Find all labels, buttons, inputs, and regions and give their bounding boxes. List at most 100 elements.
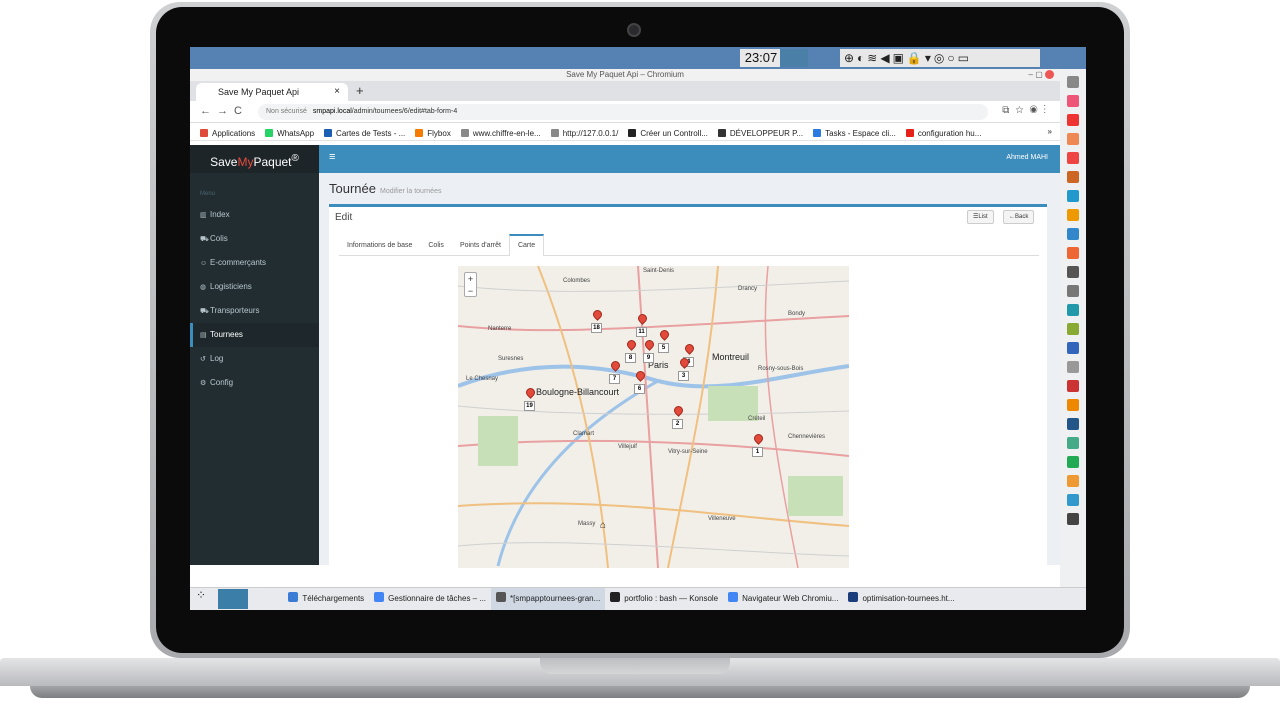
- dock-app-icon[interactable]: [1067, 494, 1079, 506]
- dock-app-icon[interactable]: [1067, 437, 1079, 449]
- browser-toolbar-icons[interactable]: ⧉☆◉⋮: [1002, 105, 1052, 116]
- sidebar-item-tournees[interactable]: ▤ Tournees: [190, 323, 319, 347]
- dock-app-icon[interactable]: [1067, 95, 1079, 107]
- security-indicator[interactable]: Non sécurisé: [266, 108, 307, 115]
- map-label-montreuil: Montreuil: [712, 352, 750, 362]
- dock-app-icon[interactable]: [1067, 114, 1079, 126]
- tab-1[interactable]: Colis: [420, 235, 452, 257]
- tab-2[interactable]: Points d'arrêt: [452, 235, 509, 257]
- dock-app-icon[interactable]: [1067, 361, 1079, 373]
- dock-app-icon[interactable]: [1067, 190, 1079, 202]
- tab-close-icon[interactable]: ×: [334, 83, 340, 101]
- dock-app-icon[interactable]: [1067, 247, 1079, 259]
- start-menu-icon[interactable]: ⁘: [190, 588, 212, 610]
- zoom-control[interactable]: + −: [464, 272, 477, 297]
- bookmark-item[interactable]: www.chiffre-en-le...: [460, 125, 541, 140]
- marker-label: 19: [524, 401, 535, 411]
- taskbar-app-icon: [374, 592, 385, 602]
- map-marker[interactable]: 9: [643, 338, 657, 368]
- taskbar-item[interactable]: portfolio : bash — Konsole: [605, 588, 723, 610]
- bookmarks-more-button[interactable]: »: [1048, 123, 1052, 140]
- sidebar-item-logisticiens[interactable]: ◍ Logisticiens: [190, 275, 319, 299]
- url-field[interactable]: Non sécurisé smpapi.local/admin/tournees/…: [258, 104, 988, 120]
- map-marker[interactable]: 8: [625, 338, 639, 368]
- sidebar-toggle-icon[interactable]: ≡: [329, 151, 335, 163]
- map-marker[interactable]: 2: [672, 404, 686, 434]
- dock-app-icon[interactable]: [1067, 76, 1079, 88]
- window-controls[interactable]: – ▢: [1029, 69, 1054, 81]
- nav-buttons[interactable]: ←→C: [200, 105, 248, 117]
- home-icon[interactable]: ⌂: [600, 520, 606, 531]
- dock-app-icon[interactable]: [1067, 323, 1079, 335]
- dock-app-icon[interactable]: [1067, 399, 1079, 411]
- bookmark-item[interactable]: configuration hu...: [905, 125, 981, 140]
- page-subtitle: Modifier la tournées: [379, 188, 442, 195]
- sidebar-item-e-commerçants[interactable]: ☺ E-commerçants: [190, 251, 319, 275]
- bookmark-item[interactable]: DÉVELOPPEUR P...: [717, 125, 803, 140]
- map-marker[interactable]: 18: [591, 308, 605, 338]
- map-label-villeneuve: Villeneuve: [708, 516, 736, 522]
- desktop-pager[interactable]: [256, 589, 277, 609]
- bookmark-item[interactable]: WhatsApp: [265, 125, 314, 140]
- right-dock: [1060, 69, 1086, 587]
- dock-app-icon[interactable]: [1067, 513, 1079, 525]
- sidebar-item-config[interactable]: ⚙ Config: [190, 371, 319, 395]
- dock-app-icon[interactable]: [1067, 418, 1079, 430]
- new-tab-button[interactable]: +: [356, 83, 364, 98]
- back-button[interactable]: ←Back: [1003, 210, 1035, 224]
- list-button[interactable]: ☰List: [967, 210, 994, 224]
- dock-app-icon[interactable]: [1067, 228, 1079, 240]
- taskbar-item[interactable]: Gestionnaire de tâches – ...: [369, 588, 491, 610]
- browser-tab[interactable]: Save My Paquet Api ×: [196, 83, 348, 101]
- map-marker[interactable]: 7: [609, 359, 623, 389]
- dock-app-icon[interactable]: [1067, 456, 1079, 468]
- bookmark-item[interactable]: Cartes de Tests - ...: [324, 125, 405, 140]
- bookmark-icon: [550, 129, 559, 137]
- bookmark-item[interactable]: http://127.0.0.1/: [550, 125, 618, 140]
- map-marker[interactable]: 19: [524, 386, 538, 416]
- bookmark-item[interactable]: Créer un Controll...: [628, 125, 708, 140]
- map-marker[interactable]: 11: [636, 312, 650, 342]
- sidebar-item-colis[interactable]: ⛟Colis: [190, 227, 319, 251]
- map-label-rosny: Rosny-sous-Bois: [758, 366, 804, 372]
- user-name[interactable]: Ahmed MAHI: [1006, 154, 1048, 161]
- dock-app-icon[interactable]: [1067, 133, 1079, 145]
- bookmark-item[interactable]: Flybox: [415, 125, 451, 140]
- dock-app-icon[interactable]: [1067, 209, 1079, 221]
- dock-app-icon[interactable]: [1067, 380, 1079, 392]
- close-window-icon[interactable]: [1045, 70, 1054, 80]
- app-logo[interactable]: SaveMyPaquet®: [190, 145, 319, 173]
- taskbar-item[interactable]: Téléchargements: [283, 588, 369, 610]
- dock-app-icon[interactable]: [1067, 475, 1079, 487]
- zoom-in-button[interactable]: +: [468, 274, 473, 284]
- bookmark-item[interactable]: Applications: [200, 125, 255, 140]
- dock-app-icon[interactable]: [1067, 304, 1079, 316]
- taskbar-item[interactable]: optimisation-tournees.ht...: [843, 588, 959, 610]
- tab-0[interactable]: Informations de base: [339, 235, 420, 257]
- map-label-chennevieres: Chennevières: [788, 434, 826, 440]
- tab-3[interactable]: Carte: [508, 234, 545, 256]
- marker-label: 7: [609, 374, 620, 384]
- zoom-out-button[interactable]: −: [468, 286, 473, 296]
- dock-app-icon[interactable]: [1067, 266, 1079, 278]
- map-marker[interactable]: 5: [658, 328, 672, 358]
- cart-icon: ⛟: [200, 236, 209, 243]
- map-marker[interactable]: 1: [752, 432, 766, 462]
- map[interactable]: + − Saint-Denis Colombes Nanterre Drancy …: [458, 266, 849, 568]
- sidebar-item-index[interactable]: ▥ Index: [190, 203, 319, 227]
- dock-app-icon[interactable]: [1067, 342, 1079, 354]
- sidebar-item-transporteurs[interactable]: ⛟Transporteurs: [190, 299, 319, 323]
- map-marker[interactable]: 6: [634, 369, 648, 399]
- workspace-switcher[interactable]: [218, 589, 249, 609]
- taskbar-item[interactable]: *[smpapptournees-gran...: [491, 588, 606, 610]
- os-workspace-indicator[interactable]: [780, 49, 808, 67]
- bookmark-item[interactable]: Tasks - Espace cli...: [813, 125, 896, 140]
- system-tray[interactable]: ⊕◐≋◀▣🔒▾◎○▭: [840, 49, 1040, 67]
- dock-app-icon[interactable]: [1067, 285, 1079, 297]
- dock-app-icon[interactable]: [1067, 171, 1079, 183]
- sidebar-item-log[interactable]: ↺ Log: [190, 347, 319, 371]
- logo-registered: ®: [291, 153, 299, 164]
- map-marker[interactable]: 3: [678, 356, 692, 386]
- dock-app-icon[interactable]: [1067, 152, 1079, 164]
- taskbar-item[interactable]: Navigateur Web Chromiu...: [723, 588, 843, 610]
